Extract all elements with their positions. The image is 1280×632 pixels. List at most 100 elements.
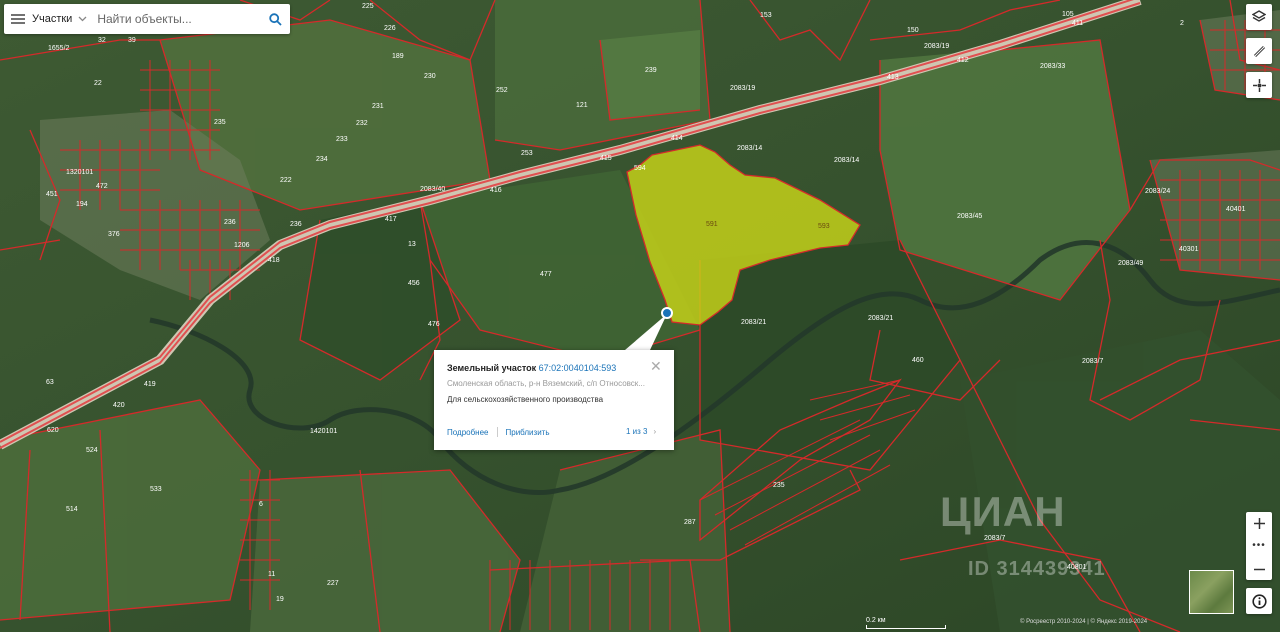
popup-pager[interactable]: 1 из 3 › xyxy=(626,427,656,436)
parcel-label: 153 xyxy=(760,12,772,19)
zoom-in-button[interactable] xyxy=(1246,512,1272,534)
scale-bar: 0.2 км xyxy=(866,617,946,629)
watermark-logo: ЦИАН xyxy=(940,488,1066,535)
parcel-label: 236 xyxy=(290,221,302,228)
parcel-label: 40301 xyxy=(1179,246,1199,253)
parcel-label: 13 xyxy=(408,241,416,248)
close-icon[interactable]: ✕ xyxy=(650,359,662,373)
parcel-label: 232 xyxy=(356,120,368,127)
parcel-label: 39 xyxy=(128,37,136,44)
search-button[interactable] xyxy=(260,4,290,34)
zoom-to-link[interactable]: Приблизить xyxy=(506,428,550,437)
minus-icon xyxy=(1253,568,1265,570)
attribution: © Росреестр 2010-2024 | © Яндекс 2019-20… xyxy=(1020,619,1148,625)
parcel-label: 32 xyxy=(98,37,106,44)
ruler-icon xyxy=(1253,45,1265,57)
layers-button[interactable] xyxy=(1246,4,1272,30)
parcel-label: 230 xyxy=(424,73,436,80)
parcel-label: 412 xyxy=(957,57,969,64)
parcel-label: 593 xyxy=(818,223,830,230)
cadastral-number-link[interactable]: 67:02:0040104:593 xyxy=(539,363,617,373)
details-link[interactable]: Подробнее xyxy=(447,428,489,437)
parcel-label: 416 xyxy=(490,187,502,194)
parcel-label: 2083/19 xyxy=(924,43,949,50)
map-canvas[interactable]: 225226189230231232233234222221655/232 392… xyxy=(0,0,1280,632)
parcel-label: 414 xyxy=(671,135,683,142)
pager-label: 1 из 3 xyxy=(626,427,648,436)
parcel-label: 418 xyxy=(268,257,280,264)
parcel-label: 476 xyxy=(428,321,440,328)
parcel-label: 1320101 xyxy=(66,169,93,176)
ruler-button[interactable] xyxy=(1246,38,1272,64)
parcel-label: 2083/7 xyxy=(1082,358,1104,365)
parcel-label: 533 xyxy=(150,486,162,493)
parcel-label: 417 xyxy=(385,216,397,223)
parcel-label: 415 xyxy=(600,155,612,162)
parcel-label: 222 xyxy=(280,177,292,184)
plus-icon xyxy=(1253,517,1265,529)
parcel-label: 239 xyxy=(645,67,657,74)
info-button[interactable] xyxy=(1246,588,1272,614)
parcel-label: 420 xyxy=(113,402,125,409)
parcel-label: 235 xyxy=(773,482,785,489)
parcel-label: 253 xyxy=(521,150,533,157)
cian-watermark: ЦИАН ID 314439341 xyxy=(940,488,1105,580)
scale-label: 0.2 км xyxy=(866,617,886,624)
parcel-label: 472 xyxy=(96,183,108,190)
parcel-label: 2083/40 xyxy=(420,186,445,193)
parcel-label: 477 xyxy=(540,271,552,278)
chevron-right-icon[interactable]: › xyxy=(653,427,656,436)
popup-purpose: Для сельскохозяйственного производства xyxy=(447,395,604,404)
parcel-label: 620 xyxy=(47,427,59,434)
parcel-label: 2083/14 xyxy=(834,157,859,164)
category-label: Участки xyxy=(32,13,73,25)
parcel-label: 524 xyxy=(86,447,98,454)
menu-button[interactable] xyxy=(4,4,32,34)
zoom-out-button[interactable] xyxy=(1246,558,1272,580)
parcel-label: 2083/21 xyxy=(868,315,893,322)
parcel-label: 1206 xyxy=(234,242,250,249)
parcel-label: 235 xyxy=(214,119,226,126)
parcel-label: 2083/24 xyxy=(1145,188,1170,195)
chevron-down-icon xyxy=(78,16,87,22)
category-select[interactable]: Участки xyxy=(32,13,93,25)
parcel-label: 105 xyxy=(1062,11,1074,18)
minimap-thumbnail[interactable] xyxy=(1189,570,1234,614)
popup-title-prefix: Земельный участок xyxy=(447,363,537,373)
layers-icon xyxy=(1252,10,1266,22)
parcel-label: 2083/45 xyxy=(957,213,982,220)
parcel-label: 456 xyxy=(408,280,420,287)
parcel-label: 2083/14 xyxy=(737,145,762,152)
parcel-label: 2083/33 xyxy=(1040,63,1065,70)
parcel-label: 121 xyxy=(576,102,588,109)
parcel-label: 11 xyxy=(268,571,275,578)
parcel-label: 6 xyxy=(259,501,263,508)
location-marker[interactable] xyxy=(661,307,673,319)
search-icon xyxy=(268,12,282,26)
parcel-label: 460 xyxy=(912,357,924,364)
parcel-label: 591 xyxy=(706,221,718,228)
parcel-label: 419 xyxy=(144,381,156,388)
parcel-label: 413 xyxy=(887,74,899,81)
parcel-label: 225 xyxy=(362,3,374,10)
parcel-label: 150 xyxy=(907,27,919,34)
zoom-more-icon[interactable]: ••• xyxy=(1252,541,1266,551)
parcel-popup: Земельный участок 67:02:0040104:593 ✕ См… xyxy=(434,350,674,450)
parcel-label: 2083/7 xyxy=(984,535,1006,542)
parcel-label: 236 xyxy=(224,219,236,226)
parcel-label: 1420101 xyxy=(310,428,337,435)
parcel-label: 19 xyxy=(276,596,284,603)
search-input[interactable] xyxy=(93,5,260,33)
watermark-id: ID 314439341 xyxy=(968,558,1106,580)
parcel-label: 227 xyxy=(327,580,339,587)
locate-button[interactable] xyxy=(1246,72,1272,98)
parcel-label: 226 xyxy=(384,25,396,32)
parcel-label: 1655/2 xyxy=(48,45,70,52)
info-icon xyxy=(1251,593,1267,609)
parcel-label: 2083/49 xyxy=(1118,260,1143,267)
parcel-label: 514 xyxy=(66,506,78,513)
parcel-label: 233 xyxy=(336,136,348,143)
parcel-label: 376 xyxy=(108,231,120,238)
search-bar: Участки xyxy=(4,4,290,34)
parcel-label: 2083/19 xyxy=(730,85,755,92)
